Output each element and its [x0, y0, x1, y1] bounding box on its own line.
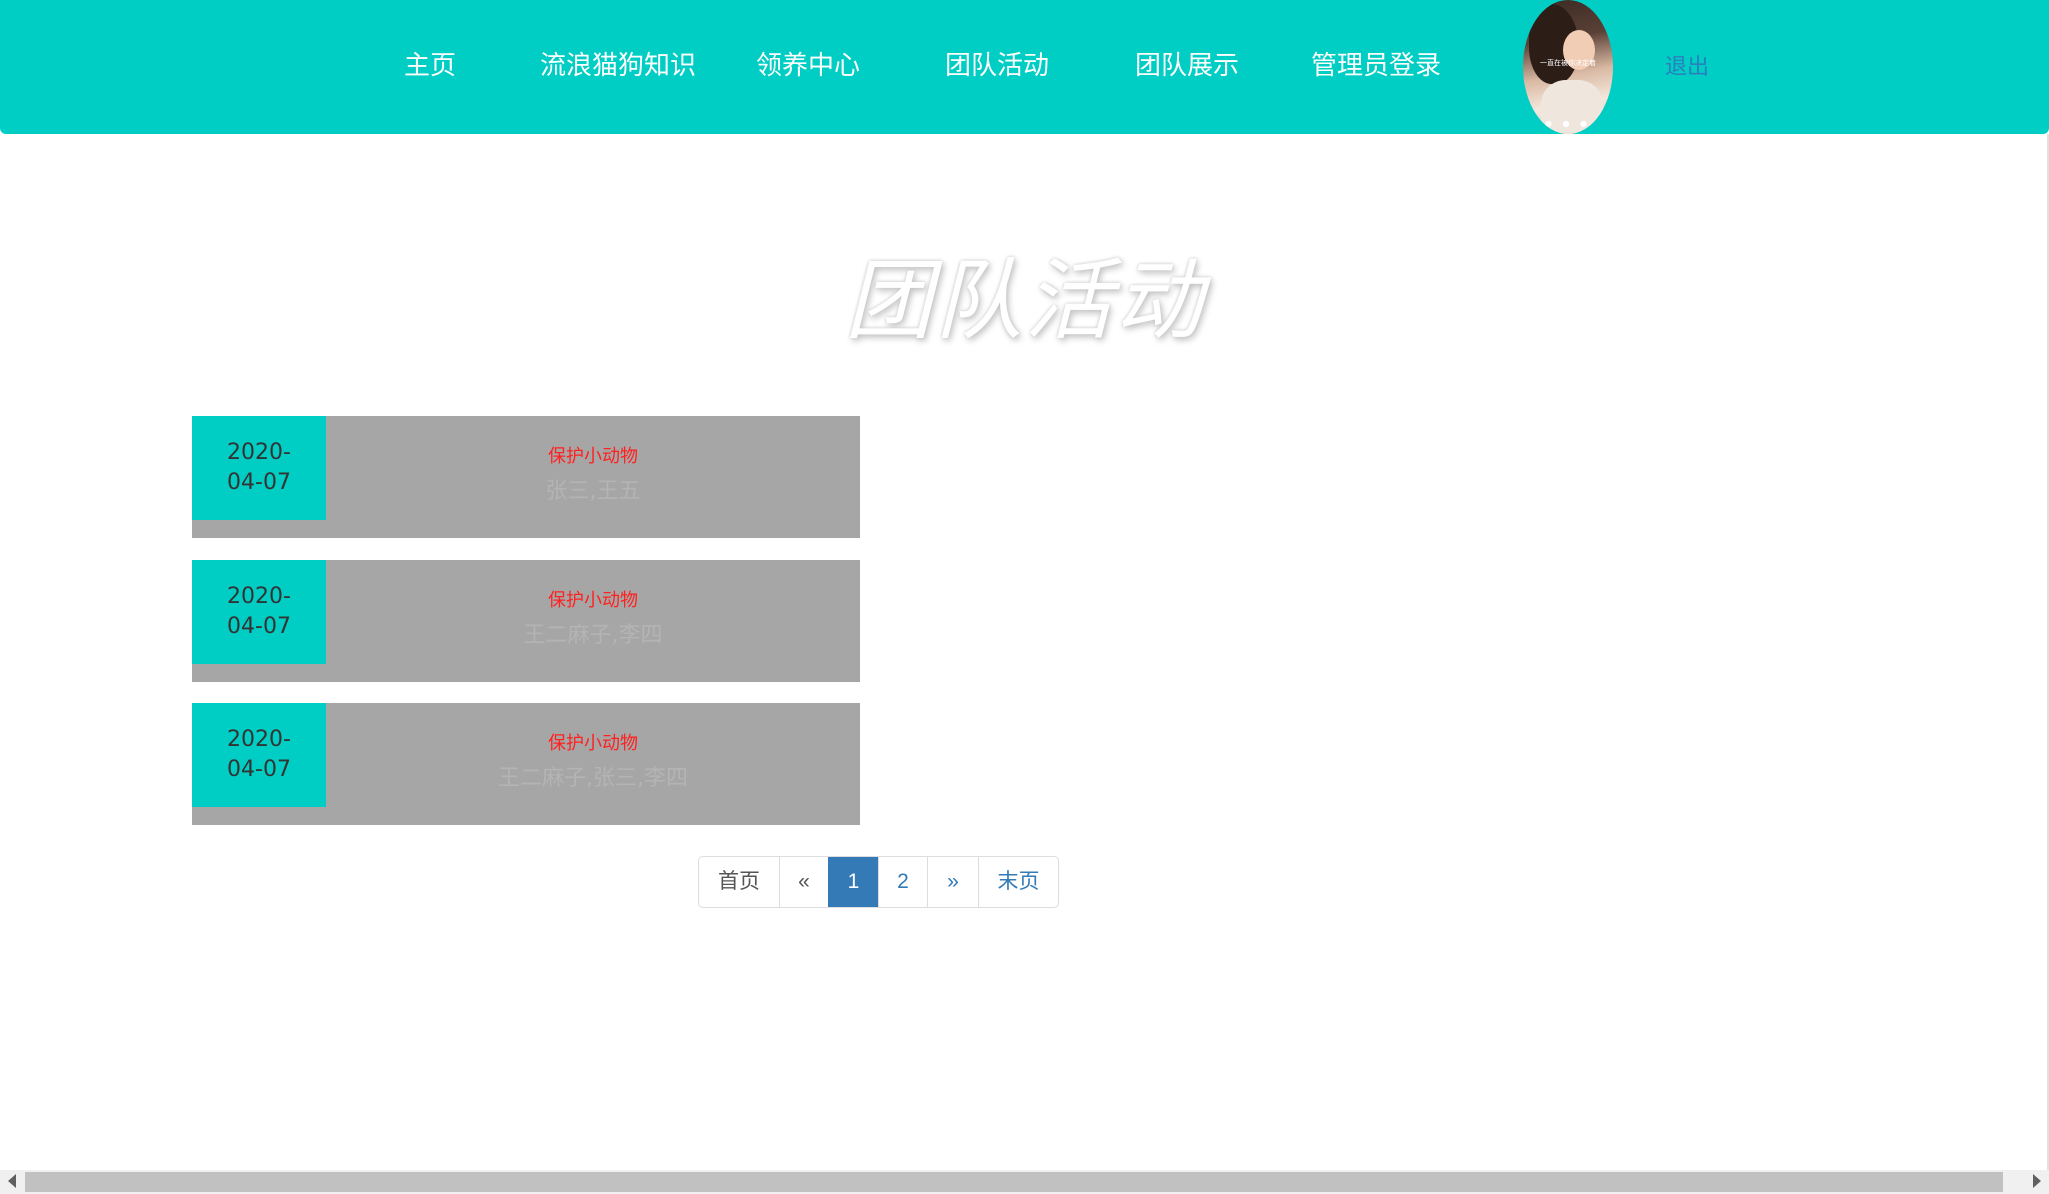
user-avatar[interactable]: 一直在被你决定着 ● ● ●: [1523, 0, 1613, 134]
pagination: 首页 « 1 2 » 末页: [698, 856, 1059, 908]
activity-card[interactable]: 2020-04-07 保护小动物 张三,王五: [192, 416, 860, 538]
nav-admin-login[interactable]: 管理员登录: [1311, 46, 1441, 86]
avatar-caption: 一直在被你决定着: [1540, 59, 1596, 67]
activity-members: 王二麻子,李四: [523, 623, 663, 648]
scrollbar-thumb[interactable]: [25, 1172, 2003, 1192]
activity-card[interactable]: 2020-04-07 保护小动物 王二麻子,张三,李四: [192, 703, 860, 825]
scroll-left-arrow-icon[interactable]: [8, 1174, 16, 1188]
pagination-next-button[interactable]: »: [927, 857, 978, 907]
pagination-page-2[interactable]: 2: [878, 857, 927, 907]
activity-members: 王二麻子,张三,李四: [498, 766, 688, 791]
pagination-prev-button[interactable]: «: [779, 857, 828, 907]
pagination-last-button[interactable]: 末页: [978, 857, 1058, 907]
pagination-first-button[interactable]: 首页: [699, 857, 779, 907]
activity-title[interactable]: 保护小动物: [326, 442, 860, 468]
nav-stray-pet-knowledge[interactable]: 流浪猫狗知识: [540, 46, 696, 86]
activity-date: 2020-04-07: [192, 416, 326, 520]
nav-team-showcase[interactable]: 团队展示: [1135, 46, 1239, 86]
activity-date: 2020-04-07: [192, 703, 326, 807]
logout-link[interactable]: 退出: [1665, 49, 1709, 81]
activity-card[interactable]: 2020-04-07 保护小动物 王二麻子,李四: [192, 560, 860, 682]
pagination-page-1[interactable]: 1: [828, 857, 878, 907]
activity-date-text: 2020-04-07: [227, 440, 291, 495]
nav-team-activities[interactable]: 团队活动: [945, 46, 1049, 86]
activity-title[interactable]: 保护小动物: [326, 586, 860, 612]
nav-adoption-center[interactable]: 领养中心: [756, 46, 860, 86]
activity-date-text: 2020-04-07: [227, 727, 291, 782]
activity-date-text: 2020-04-07: [227, 584, 291, 639]
nav-home[interactable]: 主页: [404, 46, 456, 86]
avatar-dots-icon: ● ● ●: [1544, 119, 1592, 128]
top-navbar: 主页 流浪猫狗知识 领养中心 团队活动 团队展示 管理员登录 一直在被你决定着 …: [0, 0, 2049, 134]
activity-date: 2020-04-07: [192, 560, 326, 664]
horizontal-scrollbar[interactable]: [0, 1170, 2049, 1194]
scroll-right-arrow-icon[interactable]: [2033, 1174, 2041, 1188]
activity-members: 张三,王五: [545, 479, 641, 504]
page-title: 团队活动: [844, 249, 1205, 352]
activity-title[interactable]: 保护小动物: [326, 729, 860, 755]
